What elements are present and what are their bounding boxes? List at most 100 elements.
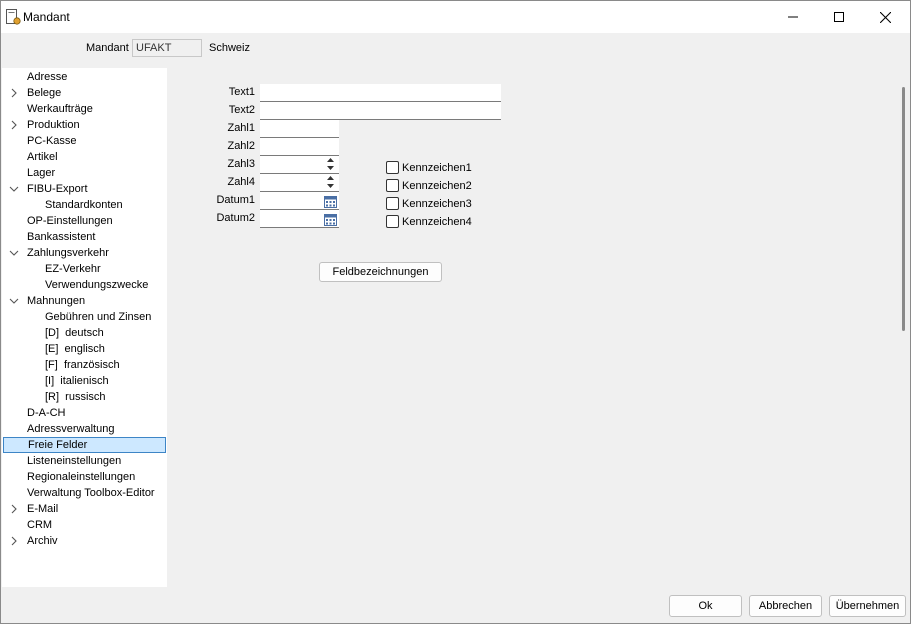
tree-item-label: Archiv xyxy=(27,535,58,547)
tree-item-label: Werkaufträge xyxy=(27,103,93,115)
chevron-right-icon[interactable] xyxy=(9,88,19,98)
tree-item-label: [D] deutsch xyxy=(45,327,104,339)
zahl3-label: Zahl3 xyxy=(227,158,255,170)
tree-item[interactable]: OP-Einstellungen xyxy=(2,213,167,229)
calendar-icon[interactable] xyxy=(324,196,337,208)
settings-tree[interactable]: Adresse Belege Werkaufträge Produktion PC-Ka… xyxy=(2,68,167,587)
maximize-icon xyxy=(834,12,844,22)
datum1-label: Datum1 xyxy=(216,194,255,206)
spin-up-icon[interactable] xyxy=(325,156,336,164)
tree-item[interactable]: PC-Kasse xyxy=(2,133,167,149)
tree-item-label: OP-Einstellungen xyxy=(27,215,113,227)
maximize-button[interactable] xyxy=(816,1,862,33)
tree-item[interactable]: CRM xyxy=(2,517,167,533)
close-button[interactable] xyxy=(862,1,908,33)
datum2-label: Datum2 xyxy=(216,212,255,224)
zahl4-spinner[interactable] xyxy=(325,174,336,191)
tree-item-label: EZ-Verkehr xyxy=(45,263,101,275)
kennzeichen4-label[interactable]: Kennzeichen4 xyxy=(402,216,472,228)
text2-field[interactable] xyxy=(260,102,501,120)
tree-item[interactable]: Regionaleinstellungen xyxy=(2,469,167,485)
text1-label: Text1 xyxy=(228,86,255,98)
tree-item[interactable]: Belege xyxy=(2,85,167,101)
tree-item-label: Lager xyxy=(27,167,56,179)
feldbezeichnungen-button[interactable]: Feldbezeichnungen xyxy=(319,262,442,282)
tree-item[interactable]: Zahlungsverkehr xyxy=(2,245,167,261)
spin-down-icon[interactable] xyxy=(325,164,336,172)
chevron-right-icon[interactable] xyxy=(9,504,19,514)
tree-item[interactable]: FIBU-Export xyxy=(2,181,167,197)
zahl1-field[interactable] xyxy=(260,120,339,138)
zahl3-spinner[interactable] xyxy=(325,156,336,173)
tree-item[interactable]: Archiv xyxy=(2,533,167,549)
apply-button[interactable]: Übernehmen xyxy=(829,595,906,617)
mandant-code-field: UFAKT xyxy=(132,39,202,57)
mandant-window: Mandant Mandant UFAKT Schweiz Adresse Bel… xyxy=(0,0,911,624)
zahl2-label: Zahl2 xyxy=(227,140,255,152)
tree-item-label: Bankassistent xyxy=(27,231,96,243)
tree-item[interactable]: Standardkonten xyxy=(2,197,167,213)
tree-item-label: PC-Kasse xyxy=(27,135,77,147)
chevron-down-icon[interactable] xyxy=(9,248,19,258)
tree-item[interactable]: EZ-Verkehr xyxy=(2,261,167,277)
tree-item[interactable]: Adressverwaltung xyxy=(2,421,167,437)
calendar-icon[interactable] xyxy=(324,214,337,226)
ok-button[interactable]: Ok xyxy=(669,595,742,617)
text1-field[interactable] xyxy=(260,84,501,102)
window-title: Mandant xyxy=(23,10,70,24)
tree-item-label: D-A-CH xyxy=(27,407,66,419)
spin-up-icon[interactable] xyxy=(325,174,336,182)
tree-item[interactable]: Verwendungszwecke xyxy=(2,277,167,293)
cancel-button[interactable]: Abbrechen xyxy=(749,595,822,617)
tree-item[interactable]: Listeneinstellungen xyxy=(2,453,167,469)
tree-item[interactable]: Verwaltung Toolbox-Editor xyxy=(2,485,167,501)
minimize-button[interactable] xyxy=(770,1,816,33)
close-icon xyxy=(879,11,891,23)
scrollbar-thumb[interactable] xyxy=(902,87,905,331)
tree-item-label: [I] italienisch xyxy=(45,375,109,387)
zahl1-label: Zahl1 xyxy=(227,122,255,134)
kennzeichen3-checkbox[interactable] xyxy=(386,197,399,210)
tree-item-label: Freie Felder xyxy=(28,439,88,451)
tree-item[interactable]: [R] russisch xyxy=(2,389,167,405)
mandant-country: Schweiz xyxy=(209,42,250,54)
mandant-label: Mandant xyxy=(86,42,129,54)
tree-item[interactable]: E-Mail xyxy=(2,501,167,517)
tree-item-label: Artikel xyxy=(27,151,58,163)
chevron-down-icon[interactable] xyxy=(9,184,19,194)
kennzeichen2-checkbox[interactable] xyxy=(386,179,399,192)
tree-item[interactable]: Gebühren und Zinsen xyxy=(2,309,167,325)
kennzeichen2-label[interactable]: Kennzeichen2 xyxy=(402,180,472,192)
tree-item[interactable]: Mahnungen xyxy=(2,293,167,309)
tree-item-label: Verwendungszwecke xyxy=(45,279,149,291)
chevron-down-icon[interactable] xyxy=(9,296,19,306)
tree-item-label: E-Mail xyxy=(27,503,59,515)
chevron-right-icon[interactable] xyxy=(9,536,19,546)
tree-item[interactable]: Lager xyxy=(2,165,167,181)
kennzeichen1-label[interactable]: Kennzeichen1 xyxy=(402,162,472,174)
tree-item[interactable]: Bankassistent xyxy=(2,229,167,245)
tree-item-label: Mahnungen xyxy=(27,295,86,307)
kennzeichen1-checkbox[interactable] xyxy=(386,161,399,174)
tree-item[interactable]: D-A-CH xyxy=(2,405,167,421)
tree-item-label: Verwaltung Toolbox-Editor xyxy=(27,487,155,499)
tree-item[interactable]: [F] französisch xyxy=(2,357,167,373)
tree-item-label: FIBU-Export xyxy=(27,183,88,195)
tree-item[interactable]: Werkaufträge xyxy=(2,101,167,117)
tree-item-label: CRM xyxy=(27,519,53,531)
tree-item[interactable]: [I] italienisch xyxy=(2,373,167,389)
app-icon xyxy=(6,9,21,25)
chevron-right-icon[interactable] xyxy=(9,120,19,130)
freie-felder-panel: Text1 Text2 Zahl1 Zahl2 Zahl3 Zahl4 Datu… xyxy=(167,68,896,587)
tree-item[interactable]: Artikel xyxy=(2,149,167,165)
tree-item[interactable]: [E] englisch xyxy=(2,341,167,357)
tree-item-label: [E] englisch xyxy=(45,343,105,355)
tree-item[interactable]: [D] deutsch xyxy=(2,325,167,341)
tree-item[interactable]: Freie Felder xyxy=(3,437,166,453)
tree-item[interactable]: Produktion xyxy=(2,117,167,133)
tree-item[interactable]: Adresse xyxy=(2,69,167,85)
spin-down-icon[interactable] xyxy=(325,182,336,190)
kennzeichen4-checkbox[interactable] xyxy=(386,215,399,228)
zahl2-field[interactable] xyxy=(260,138,339,156)
kennzeichen3-label[interactable]: Kennzeichen3 xyxy=(402,198,472,210)
